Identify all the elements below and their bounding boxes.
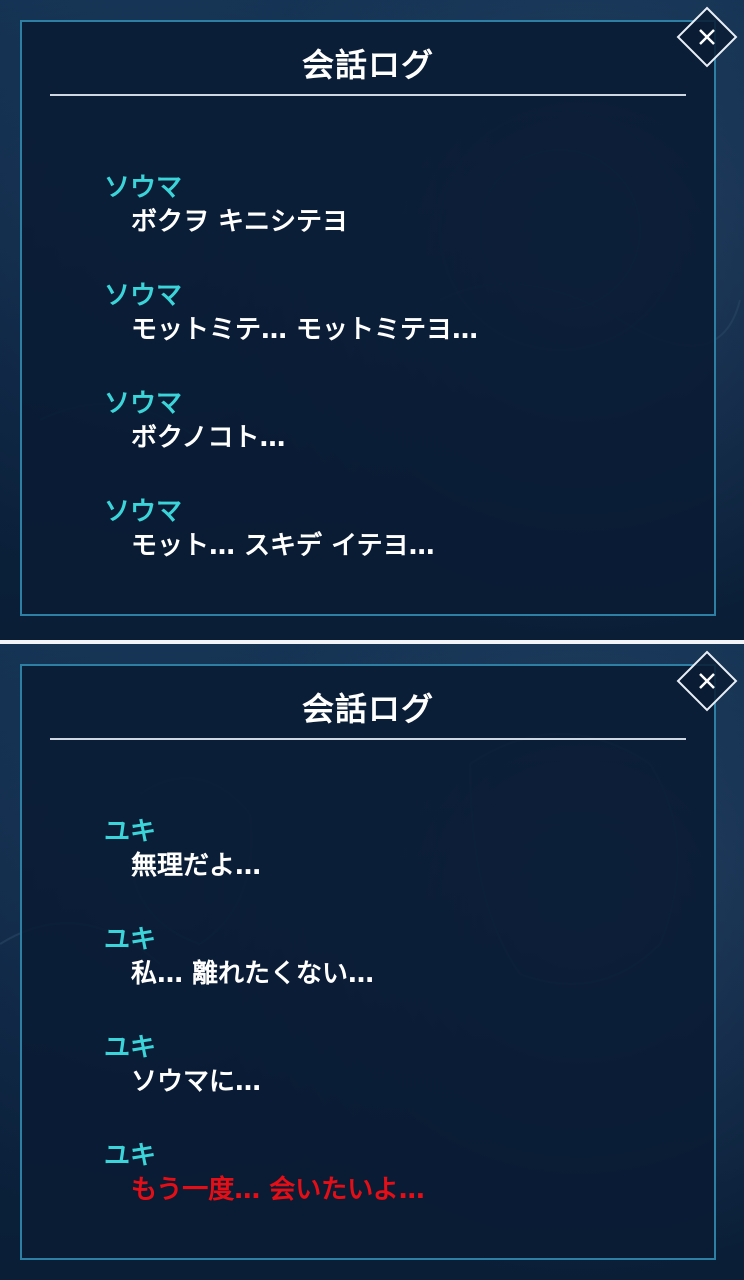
close-icon — [676, 650, 738, 712]
dialogue-text: ボクノコト… — [131, 423, 286, 453]
title-divider — [50, 738, 686, 740]
panel-title: 会話ログ — [301, 46, 434, 84]
log-entry: ソウマ モット… スキデ イテヨ… — [104, 496, 684, 604]
log-list[interactable]: ソウマ ボクヲ キニシテヨ ソウマ モットミテ… モットミテヨ… ソウマ ボクノ… — [104, 172, 684, 604]
panel-title: 会話ログ — [301, 690, 434, 728]
log-entry: ユキ ソウマに… — [104, 1032, 684, 1140]
speaker-name: ユキ — [104, 1033, 157, 1063]
log-entry: ソウマ モットミテ… モットミテヨ… — [104, 280, 684, 388]
dialogue-text: 私… 離れたくない… — [131, 959, 375, 989]
dialogue-text: モット… スキデ イテヨ… — [131, 531, 435, 561]
log-screen-top: 会話ログ ソウマ ボクヲ キニシテヨ ソウマ モットミテ… モットミテヨ… ソウ… — [0, 0, 744, 640]
dialogue-text-highlighted: もう一度… 会いたいよ… — [131, 1175, 425, 1205]
dialogue-text: ボクヲ キニシテヨ — [131, 207, 349, 237]
conversation-log-panel: 会話ログ ソウマ ボクヲ キニシテヨ ソウマ モットミテ… モットミテヨ… ソウ… — [20, 20, 716, 616]
dialogue-text: モットミテ… モットミテヨ… — [131, 315, 479, 345]
log-entry: ソウマ ボクノコト… — [104, 388, 684, 496]
log-entry: ユキ 無理だよ… — [104, 816, 684, 924]
speaker-name: ソウマ — [104, 173, 183, 203]
speaker-name: ユキ — [104, 1141, 157, 1171]
title-divider — [50, 94, 686, 96]
log-list[interactable]: ユキ 無理だよ… ユキ 私… 離れたくない… ユキ ソウマに… ユキ もう一度…… — [104, 816, 684, 1248]
log-entry: ソウマ ボクヲ キニシテヨ — [104, 172, 684, 280]
speaker-name: ソウマ — [104, 281, 183, 311]
speaker-name: ユキ — [104, 817, 157, 847]
speaker-name: ソウマ — [104, 497, 183, 527]
log-entry: ユキ もう一度… 会いたいよ… — [104, 1140, 684, 1248]
dialogue-text: 無理だよ… — [131, 851, 262, 881]
dialogue-text: ソウマに… — [131, 1067, 262, 1097]
close-button[interactable] — [676, 6, 738, 68]
close-button[interactable] — [676, 650, 738, 712]
log-screen-bottom: 会話ログ ユキ 無理だよ… ユキ 私… 離れたくない… ユキ ソウマに… ユキ … — [0, 644, 744, 1280]
close-icon — [676, 6, 738, 68]
log-entry: ユキ 私… 離れたくない… — [104, 924, 684, 1032]
conversation-log-panel: 会話ログ ユキ 無理だよ… ユキ 私… 離れたくない… ユキ ソウマに… ユキ … — [20, 664, 716, 1260]
speaker-name: ユキ — [104, 925, 157, 955]
speaker-name: ソウマ — [104, 389, 183, 419]
